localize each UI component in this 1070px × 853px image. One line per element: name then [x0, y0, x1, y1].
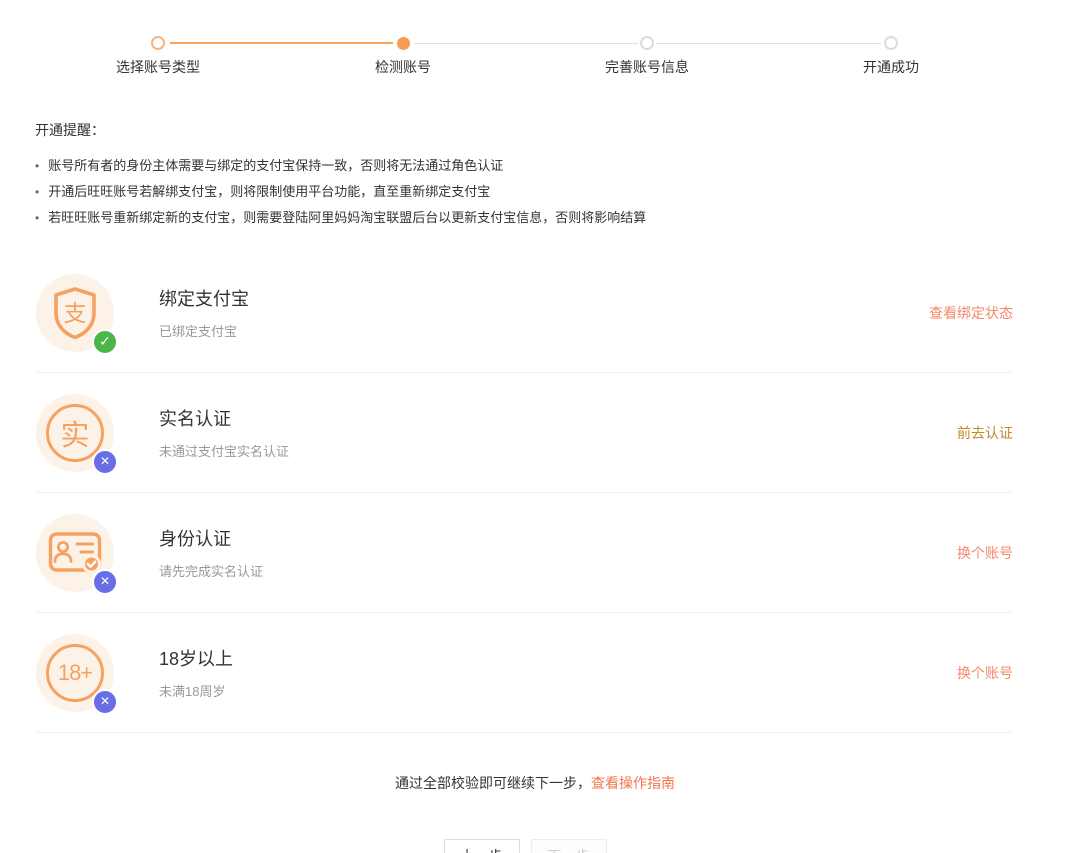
step-label-success: 开通成功 [821, 57, 961, 77]
go-verify-link[interactable]: 前去认证 [957, 423, 1013, 443]
check-text: 绑定支付宝 已绑定支付宝 [159, 285, 249, 340]
check-pass-badge-icon: ✓ [92, 329, 118, 355]
check-text: 实名认证 未通过支付宝实名认证 [159, 405, 289, 460]
check-fail-badge-icon: ✕ [92, 569, 118, 595]
notice-item: 开通后旺旺账号若解绑支付宝，则将限制使用平台功能，直至重新绑定支付宝 [35, 179, 1013, 205]
id-card-graphic [47, 530, 103, 576]
check-subtitle: 请先完成实名认证 [159, 561, 263, 580]
step-label-account-type: 选择账号类型 [88, 57, 228, 77]
tip-text: 通过全部校验即可继续下一步， [395, 775, 591, 791]
check-title: 18岁以上 [159, 645, 233, 671]
switch-account-link[interactable]: 换个账号 [957, 543, 1013, 563]
progress-stepper: 选择账号类型 检测账号 完善账号信息 开通成功 [0, 0, 1070, 90]
operation-guide-link[interactable]: 查看操作指南 [591, 775, 675, 791]
verification-checklist: 支 ✓ 绑定支付宝 已绑定支付宝 查看绑定状态 实 ✕ 实名认证 未通过支付宝实… [35, 253, 1013, 733]
notice-item: 账号所有者的身份主体需要与绑定的支付宝保持一致，否则将无法通过角色认证 [35, 153, 1013, 179]
prev-step-button[interactable]: 上一步 [444, 839, 520, 853]
check-row-bind-alipay: 支 ✓ 绑定支付宝 已绑定支付宝 查看绑定状态 [35, 253, 1013, 373]
step-connector [170, 42, 393, 44]
check-row-realname: 实 ✕ 实名认证 未通过支付宝实名认证 前去认证 [35, 373, 1013, 493]
step-connector [414, 43, 638, 44]
step-label-check-account: 检测账号 [333, 57, 473, 77]
age-18-plus-icon: 18+ ✕ [36, 634, 114, 712]
check-title: 身份认证 [159, 525, 263, 551]
step-pending-dot [884, 36, 898, 50]
check-fail-badge-icon: ✕ [92, 689, 118, 715]
id-card-icon: ✕ [36, 514, 114, 592]
footer-tip: 通过全部校验即可继续下一步，查看操作指南 [0, 773, 1070, 793]
next-step-button[interactable]: 下一步 [531, 839, 607, 853]
alipay-shield-icon: 支 ✓ [36, 274, 114, 352]
notice-title: 开通提醒： [35, 120, 1013, 140]
check-title: 实名认证 [159, 405, 289, 431]
check-subtitle: 未满18周岁 [159, 681, 233, 700]
footer-buttons: 上一步 下一步 [0, 839, 1060, 853]
switch-account-link[interactable]: 换个账号 [957, 663, 1013, 683]
step-label-complete-info: 完善账号信息 [577, 57, 717, 77]
check-text: 18岁以上 未满18周岁 [159, 645, 233, 700]
realname-icon: 实 ✕ [36, 394, 114, 472]
step-current-dot [397, 37, 410, 50]
step-pending-dot [640, 36, 654, 50]
check-subtitle: 已绑定支付宝 [159, 321, 249, 340]
activation-notice: 开通提醒： 账号所有者的身份主体需要与绑定的支付宝保持一致，否则将无法通过角色认… [35, 120, 1013, 231]
check-row-identity: ✕ 身份认证 请先完成实名认证 换个账号 [35, 493, 1013, 613]
check-subtitle: 未通过支付宝实名认证 [159, 441, 289, 460]
check-row-age: 18+ ✕ 18岁以上 未满18周岁 换个账号 [35, 613, 1013, 733]
step-connector [656, 43, 882, 44]
check-title: 绑定支付宝 [159, 285, 249, 311]
notice-item: 若旺旺账号重新绑定新的支付宝，则需要登陆阿里妈妈淘宝联盟后台以更新支付宝信息，否… [35, 205, 1013, 231]
check-fail-badge-icon: ✕ [92, 449, 118, 475]
step-done-dot [151, 36, 165, 50]
notice-list: 账号所有者的身份主体需要与绑定的支付宝保持一致，否则将无法通过角色认证 开通后旺… [35, 153, 1013, 231]
view-binding-status-link[interactable]: 查看绑定状态 [929, 303, 1013, 323]
check-text: 身份认证 请先完成实名认证 [159, 525, 263, 580]
